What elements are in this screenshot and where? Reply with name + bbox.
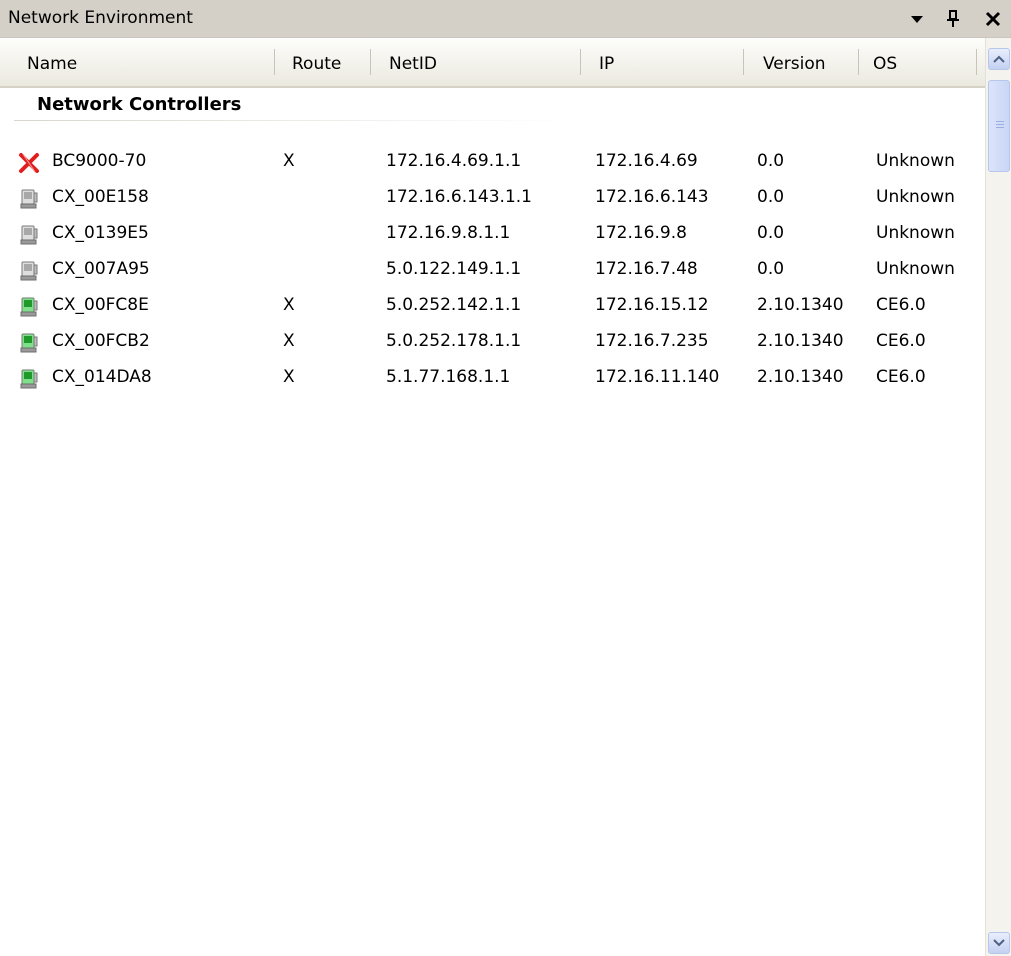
group-header-network-controllers: Network Controllers [37, 94, 242, 115]
device-ip: 172.16.7.48 [595, 259, 698, 279]
scroll-down-button[interactable] [988, 932, 1010, 954]
column-header-os[interactable]: OS [873, 54, 897, 74]
device-netid: 172.16.4.69.1.1 [386, 151, 522, 171]
device-row[interactable]: CX_014DA8 X 5.1.77.168.1.1 172.16.11.140 2.1… [0, 361, 985, 396]
device-version: 0.0 [757, 187, 785, 207]
device-name: BC9000-70 [52, 151, 147, 171]
column-divider[interactable] [274, 49, 275, 75]
device-ip: 172.16.6.143 [595, 187, 709, 207]
device-version: 0.0 [757, 223, 785, 243]
device-ip: 172.16.4.69 [595, 151, 698, 171]
device-offline-icon [18, 223, 40, 247]
device-os: Unknown [876, 223, 955, 243]
device-version: 2.10.1340 [757, 295, 844, 315]
panel-titlebar: Network Environment [0, 0, 1011, 38]
device-os: CE6.0 [876, 295, 926, 315]
device-netid: 5.0.122.149.1.1 [386, 259, 522, 279]
vertical-scrollbar[interactable] [985, 38, 1011, 956]
close-icon[interactable] [980, 6, 1006, 32]
device-netid: 172.16.9.8.1.1 [386, 223, 511, 243]
column-header-row: Name Route NetID IP Version OS [0, 38, 985, 88]
device-version: 0.0 [757, 151, 785, 171]
scroll-up-button[interactable] [988, 48, 1010, 70]
device-ip: 172.16.11.140 [595, 367, 720, 387]
device-os: CE6.0 [876, 367, 926, 387]
device-route: X [283, 295, 295, 315]
device-os: Unknown [876, 259, 955, 279]
device-name: CX_00E158 [52, 187, 149, 207]
device-row[interactable]: CX_007A95 5.0.122.149.1.1 172.16.7.48 0.0 Un… [0, 253, 985, 288]
column-divider[interactable] [976, 49, 977, 75]
device-netid: 5.1.77.168.1.1 [386, 367, 511, 387]
device-row[interactable]: CX_00FCB2 X 5.0.252.178.1.1 172.16.7.235 2.1… [0, 325, 985, 360]
panel-title: Network Environment [8, 8, 193, 28]
device-route: X [283, 331, 295, 351]
device-offline-icon [18, 187, 40, 211]
scrollbar-thumb[interactable] [988, 80, 1010, 172]
device-route: X [283, 367, 295, 387]
device-online-icon [18, 331, 40, 355]
column-header-ip[interactable]: IP [599, 54, 614, 74]
device-row[interactable]: CX_00E158 172.16.6.143.1.1 172.16.6.143 0.0… [0, 181, 985, 216]
device-os: Unknown [876, 187, 955, 207]
device-route: X [283, 151, 295, 171]
device-offline-icon [18, 259, 40, 283]
device-ip: 172.16.9.8 [595, 223, 687, 243]
column-header-route[interactable]: Route [292, 54, 341, 74]
column-divider[interactable] [580, 49, 581, 75]
device-netid: 172.16.6.143.1.1 [386, 187, 532, 207]
device-version: 2.10.1340 [757, 331, 844, 351]
column-divider[interactable] [370, 49, 371, 75]
device-netid: 5.0.252.178.1.1 [386, 331, 522, 351]
device-name: CX_00FC8E [52, 295, 149, 315]
group-divider [14, 120, 574, 121]
device-name: CX_00FCB2 [52, 331, 150, 351]
column-divider[interactable] [858, 49, 859, 75]
device-os: CE6.0 [876, 331, 926, 351]
device-ip: 172.16.7.235 [595, 331, 709, 351]
device-row[interactable]: CX_0139E5 172.16.9.8.1.1 172.16.9.8 0.0 Unkn… [0, 217, 985, 252]
device-name: CX_0139E5 [52, 223, 149, 243]
device-row[interactable]: CX_00FC8E X 5.0.252.142.1.1 172.16.15.12 2.1… [0, 289, 985, 324]
device-version: 0.0 [757, 259, 785, 279]
device-online-icon [18, 295, 40, 319]
column-header-version[interactable]: Version [763, 54, 826, 74]
device-name: CX_014DA8 [52, 367, 152, 387]
column-header-name[interactable]: Name [27, 54, 77, 74]
device-os: Unknown [876, 151, 955, 171]
device-netid: 5.0.252.142.1.1 [386, 295, 522, 315]
column-divider[interactable] [743, 49, 744, 75]
column-header-netid[interactable]: NetID [389, 54, 437, 74]
network-environment-panel: Network Environment Name Route NetID IP … [0, 0, 1011, 956]
device-online-icon [18, 367, 40, 391]
pin-icon[interactable] [940, 6, 966, 32]
red-x-icon [18, 151, 40, 175]
chevron-down-icon[interactable] [904, 6, 930, 32]
device-ip: 172.16.15.12 [595, 295, 709, 315]
device-row[interactable]: BC9000-70 X 172.16.4.69.1.1 172.16.4.69 0.0 U… [0, 145, 985, 180]
device-name: CX_007A95 [52, 259, 150, 279]
device-version: 2.10.1340 [757, 367, 844, 387]
